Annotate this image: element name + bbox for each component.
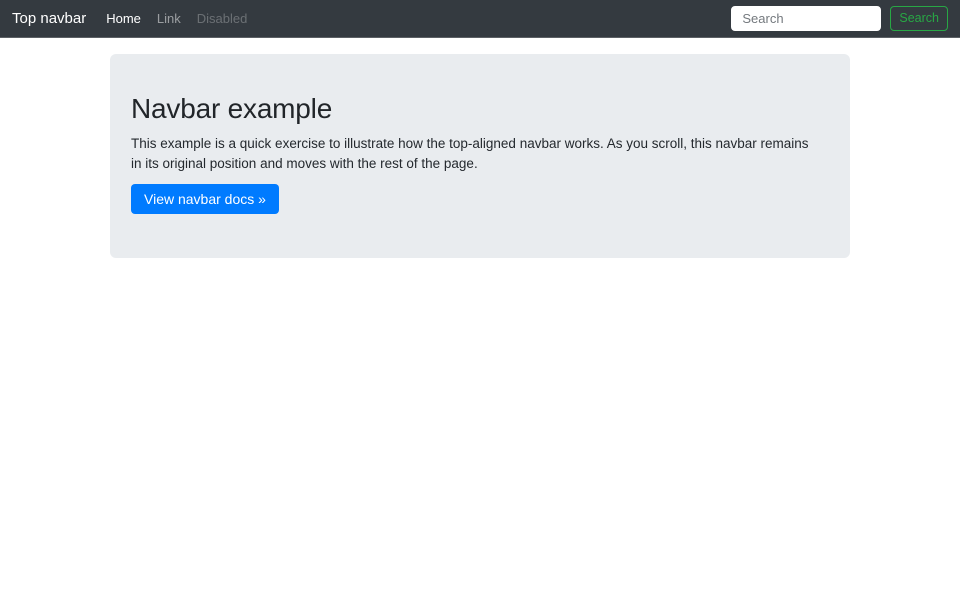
top-navbar: Top navbar Home Link Disabled Search bbox=[0, 0, 960, 38]
nav-link-link[interactable]: Link bbox=[149, 12, 189, 25]
nav-link-home[interactable]: Home bbox=[98, 12, 149, 25]
search-input[interactable] bbox=[731, 6, 882, 31]
nav-link-disabled: Disabled bbox=[196, 11, 248, 26]
view-navbar-docs-button[interactable]: View navbar docs » bbox=[131, 184, 279, 214]
jumbotron-panel: Navbar example This example is a quick e… bbox=[110, 54, 850, 258]
page-description: This example is a quick exercise to illu… bbox=[131, 136, 809, 171]
navbar-nav: Home Link Disabled bbox=[98, 12, 255, 25]
main-content: Navbar example This example is a quick e… bbox=[0, 54, 960, 258]
search-button[interactable]: Search bbox=[890, 6, 948, 31]
search-form: Search bbox=[731, 6, 948, 31]
page-title: Navbar example bbox=[131, 93, 333, 124]
navbar-brand[interactable]: Top navbar bbox=[12, 11, 86, 26]
